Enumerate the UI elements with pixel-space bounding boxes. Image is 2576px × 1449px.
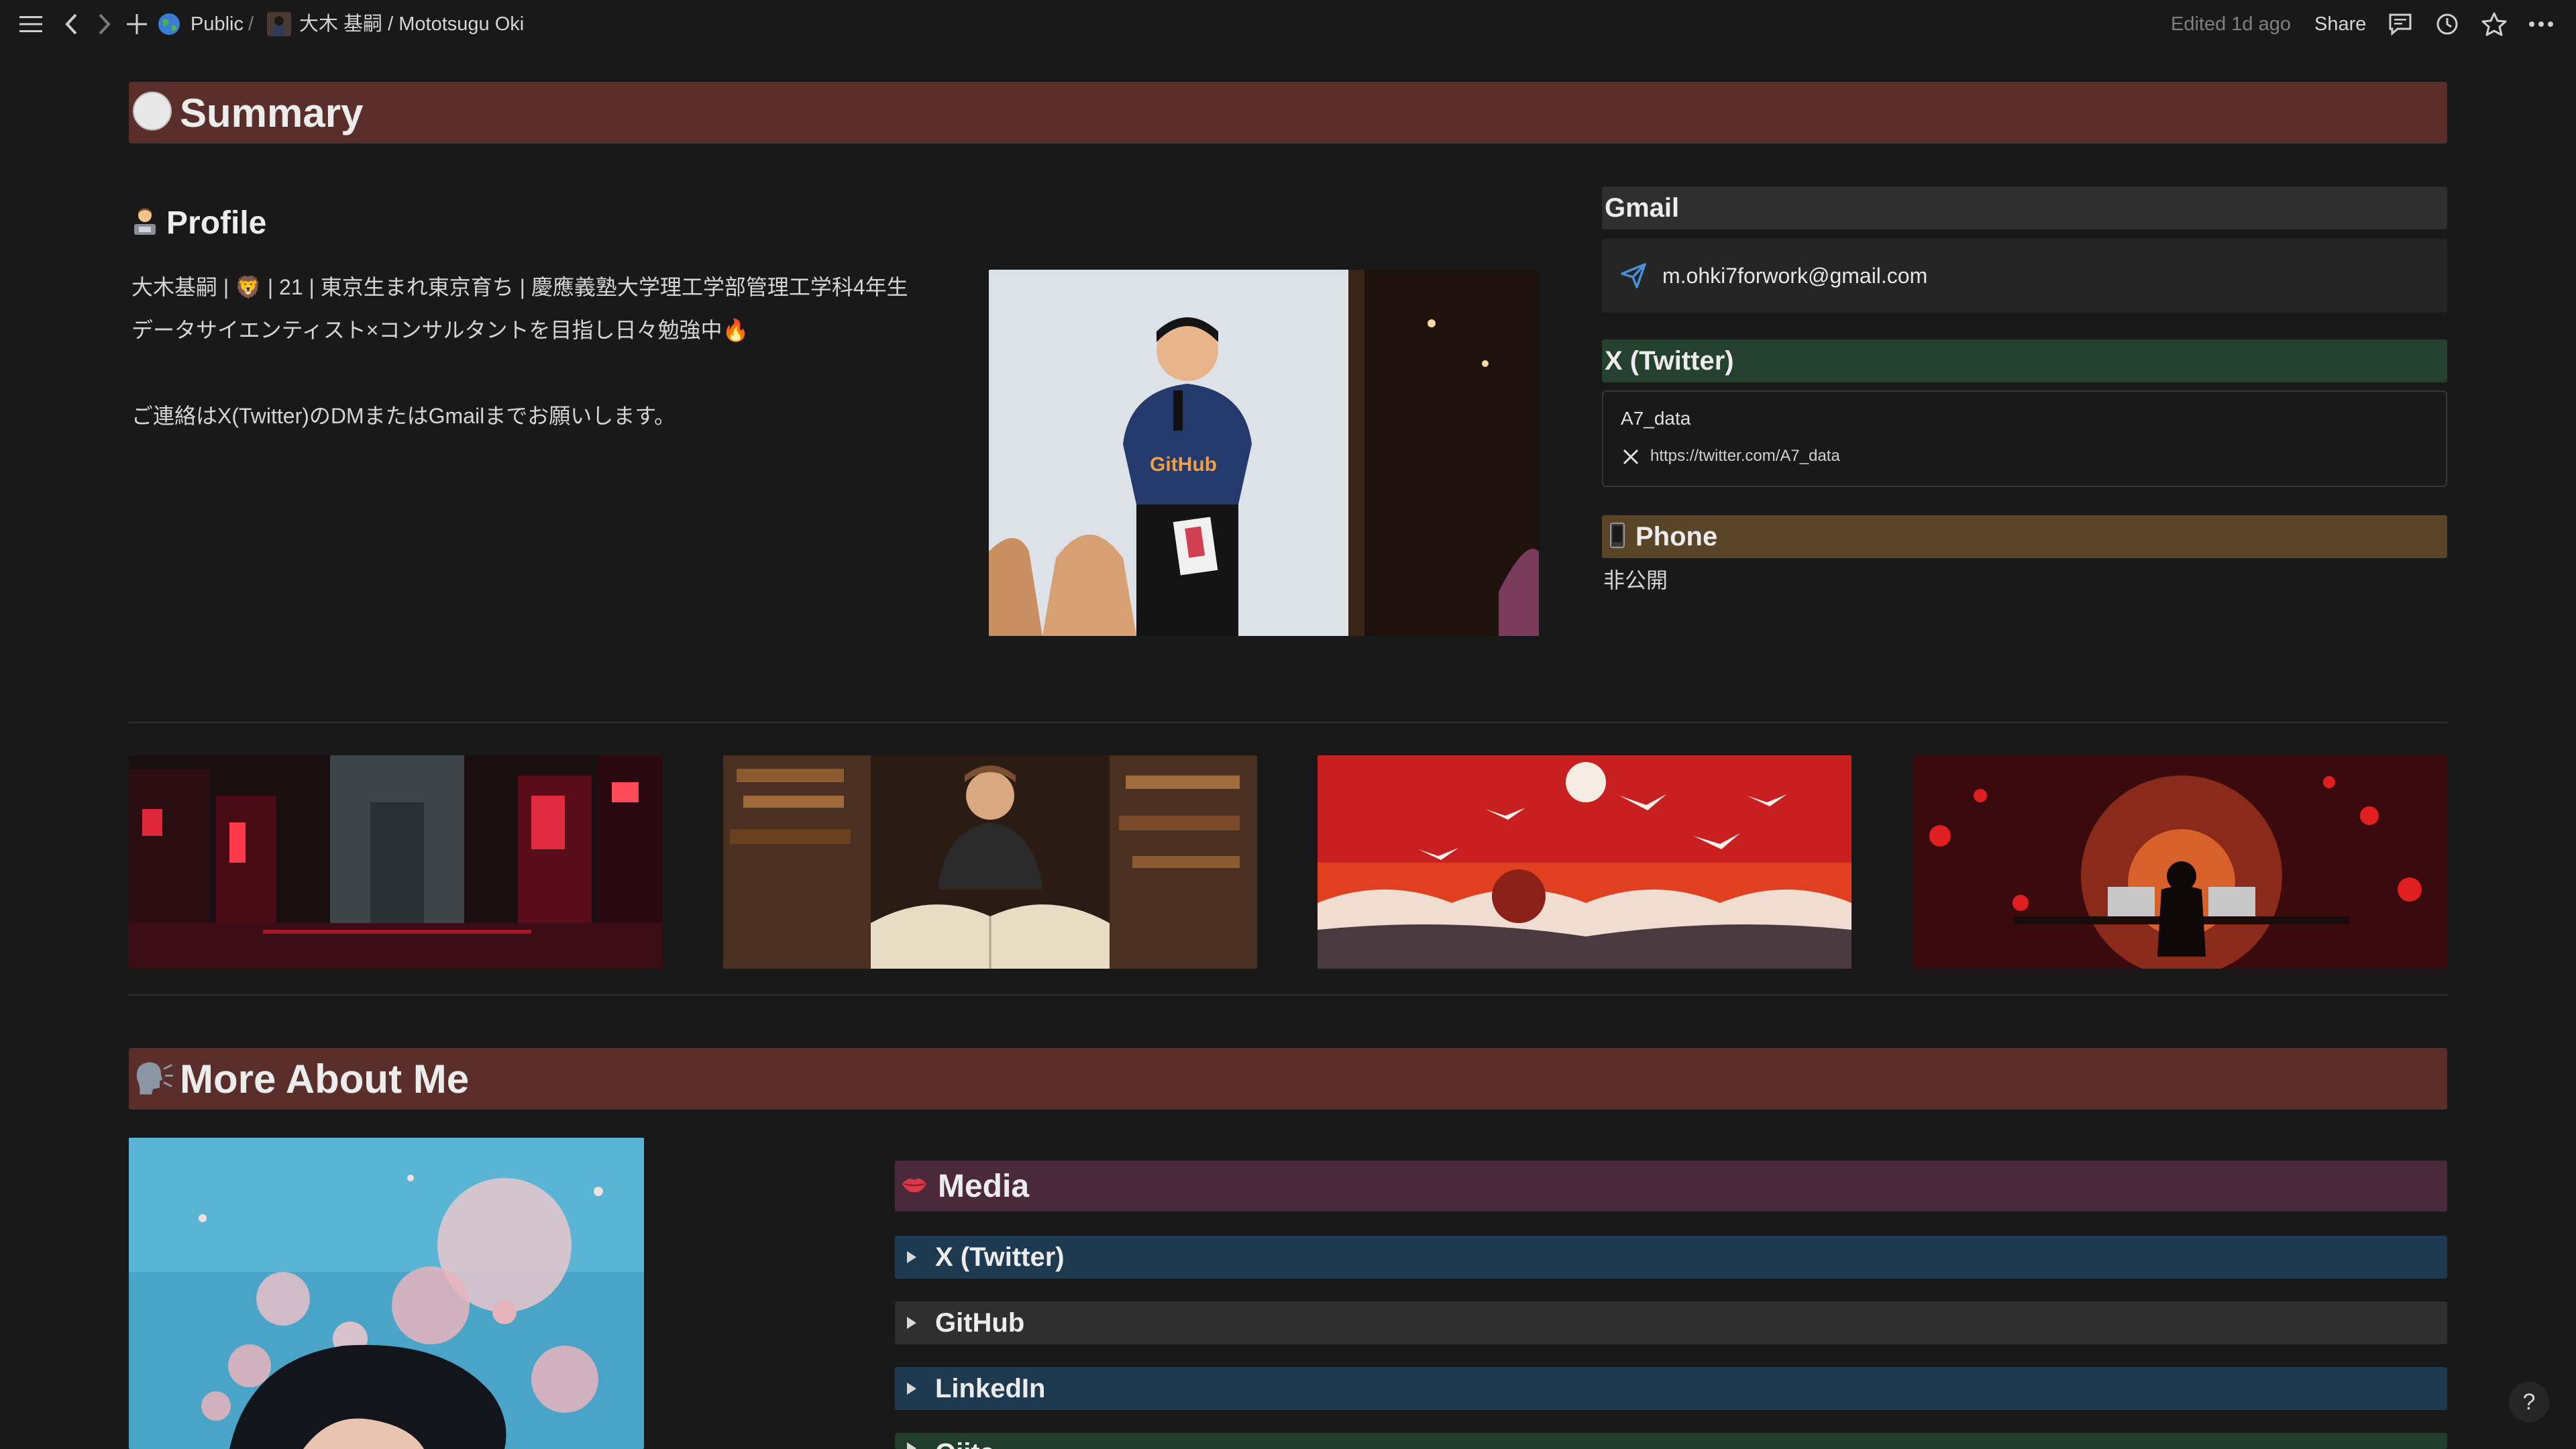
favorite-star-icon[interactable] (2477, 7, 2512, 42)
toggle-github-label: GitHub (935, 1307, 1025, 1338)
help-label: ? (2522, 1389, 2536, 1415)
toggle-linkedin-label: LinkedIn (935, 1373, 1046, 1403)
profile-line-1: 大木基嗣 | 🦁 | 21 | 東京生まれ東京育ち | 慶應義塾大学理工学部管理… (131, 275, 908, 299)
toggle-twitter-label: X (Twitter) (935, 1242, 1065, 1272)
x-logo-icon (1622, 448, 1640, 469)
help-button[interactable]: ? (2509, 1382, 2549, 1422)
toggle-twitter[interactable]: X (Twitter) (895, 1236, 2447, 1279)
toggle-linkedin[interactable]: LinkedIn (895, 1367, 2447, 1410)
gmail-heading: Gmail (1602, 186, 2447, 229)
toggle-arrow-icon (907, 1442, 916, 1449)
gallery-image-reading-books (723, 755, 1257, 969)
breadcrumb-public[interactable]: Public (191, 0, 244, 48)
media-heading: Media (895, 1161, 2447, 1212)
media-heading-text: Media (938, 1168, 1030, 1204)
toggle-qiita-label: Qiita (935, 1438, 995, 1449)
phone-heading: Phone (1602, 515, 2447, 558)
phone-heading-text: Phone (1635, 521, 1718, 551)
send-icon (1621, 263, 1646, 292)
twitter-bookmark[interactable]: A7_data https://twitter.com/A7_data (1602, 390, 2447, 487)
toggle-qiita[interactable]: Qiita (895, 1433, 2447, 1449)
summary-title: Summary (180, 90, 364, 136)
divider (129, 722, 2447, 723)
twitter-heading: X (Twitter) (1602, 339, 2447, 382)
about-me-bubble-image (129, 1138, 644, 1449)
profile-line-2: データサイエンティスト×コンサルタントを目指し日々勉強中🔥 (131, 318, 749, 342)
profile-line-3: ご連絡はX(Twitter)のDMまたはGmailまでお願いします。 (131, 404, 676, 428)
mobile-phone-icon (1610, 522, 1625, 551)
profile-heading: Profile (131, 201, 266, 244)
share-button[interactable]: Share (2314, 0, 2366, 48)
divider (129, 994, 2447, 996)
gallery-image-neon-city (129, 755, 663, 969)
top-bar: Public / 大木 基嗣 / Mototsugu Oki Edited 1d… (0, 0, 2576, 48)
profile-heading-text: Profile (166, 205, 267, 241)
white-circle-icon (133, 91, 172, 134)
summary-heading-band: Summary (129, 82, 2447, 144)
back-arrow-icon[interactable] (54, 7, 89, 42)
globe-icon (152, 7, 186, 42)
more-options-icon[interactable] (2524, 7, 2559, 42)
avatar (262, 7, 297, 42)
breadcrumb-page[interactable]: 大木 基嗣 / Mototsugu Oki (299, 0, 524, 48)
twitter-url: https://twitter.com/A7_data (1650, 447, 1840, 465)
speaking-head-icon (133, 1059, 173, 1099)
history-clock-icon[interactable] (2430, 7, 2465, 42)
profile-photo: GitHub (989, 270, 1539, 636)
gallery-image-red-workspace (1913, 755, 2447, 969)
technologist-icon (131, 207, 158, 239)
gmail-callout: m.ohki7forwork@gmail.com (1602, 239, 2447, 313)
breadcrumb-separator: / (248, 13, 254, 35)
menu-icon[interactable] (13, 7, 48, 42)
more-about-me-heading-band: More About Me (129, 1048, 2447, 1110)
toggle-arrow-icon (907, 1383, 916, 1395)
toggle-arrow-icon (907, 1317, 916, 1329)
lips-icon (902, 1176, 927, 1197)
toggle-arrow-icon (907, 1251, 916, 1263)
twitter-handle: A7_data (1621, 408, 1691, 429)
edited-status: Edited 1d ago (2171, 13, 2291, 35)
gmail-address[interactable]: m.ohki7forwork@gmail.com (1662, 239, 1927, 313)
svg-text:GitHub: GitHub (1150, 453, 1217, 476)
more-about-me-title: More About Me (180, 1056, 470, 1102)
comment-icon[interactable] (2383, 7, 2418, 42)
phone-value: 非公開 (1603, 568, 1668, 592)
new-page-plus-icon[interactable] (119, 7, 154, 42)
gallery-image-red-sky-birds (1318, 755, 1851, 969)
toggle-github[interactable]: GitHub (895, 1301, 2447, 1344)
forward-arrow-icon[interactable] (87, 7, 122, 42)
